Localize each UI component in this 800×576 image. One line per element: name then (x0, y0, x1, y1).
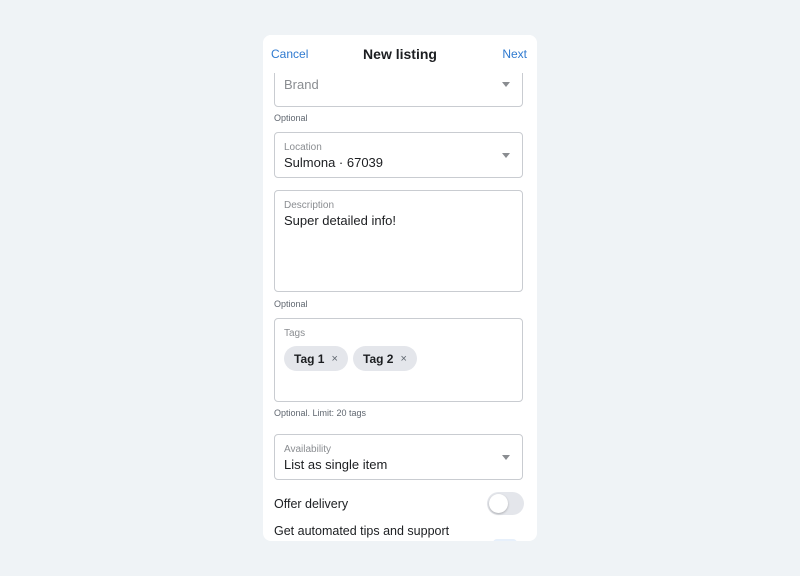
description-label: Description (284, 200, 335, 211)
page-title: New listing (363, 46, 437, 62)
new-listing-screen: Cancel New listing Next Brand Optional L… (263, 35, 537, 541)
description-hint: Optional (274, 299, 308, 309)
automated-tips-toggle[interactable] (493, 539, 517, 541)
brand-hint: Optional (274, 113, 308, 123)
chevron-down-icon (502, 82, 510, 87)
tags-hint: Optional. Limit: 20 tags (274, 408, 367, 418)
next-button[interactable]: Next (502, 47, 527, 61)
description-field[interactable]: Description Super detailed info! (274, 190, 523, 292)
description-value: Super detailed info! (284, 213, 397, 228)
brand-select[interactable]: Brand (274, 73, 523, 107)
availability-select[interactable]: Availability List as single item (274, 434, 523, 480)
chevron-down-icon (502, 455, 510, 460)
tags-label: Tags (284, 328, 306, 339)
availability-label: Availability (284, 444, 332, 455)
tag-chip[interactable]: Tag 2 × (353, 346, 417, 371)
tags-field[interactable]: Tags Tag 1 × Tag 2 × (274, 318, 523, 402)
location-label: Location (284, 142, 322, 153)
automated-tips-label: Get automated tips and support (274, 524, 450, 538)
tag-chip-label: Tag 2 (363, 351, 394, 366)
chevron-down-icon (502, 153, 510, 158)
tag-chip[interactable]: Tag 1 × (284, 346, 348, 371)
top-bar: Cancel New listing Next (263, 35, 537, 73)
tag-chip-label: Tag 1 (294, 351, 325, 366)
location-select[interactable]: Location Sulmona · 67039 (274, 132, 523, 178)
offer-delivery-toggle[interactable] (487, 492, 524, 515)
offer-delivery-label: Offer delivery (274, 497, 349, 511)
toggle-knob (489, 494, 508, 513)
availability-value: List as single item (284, 457, 388, 472)
close-icon[interactable]: × (331, 353, 337, 365)
close-icon[interactable]: × (400, 353, 406, 365)
brand-placeholder: Brand (284, 77, 319, 92)
location-value: Sulmona · 67039 (284, 155, 384, 170)
form-scroll-area[interactable]: Brand Optional Location Sulmona · 67039 … (263, 73, 537, 541)
